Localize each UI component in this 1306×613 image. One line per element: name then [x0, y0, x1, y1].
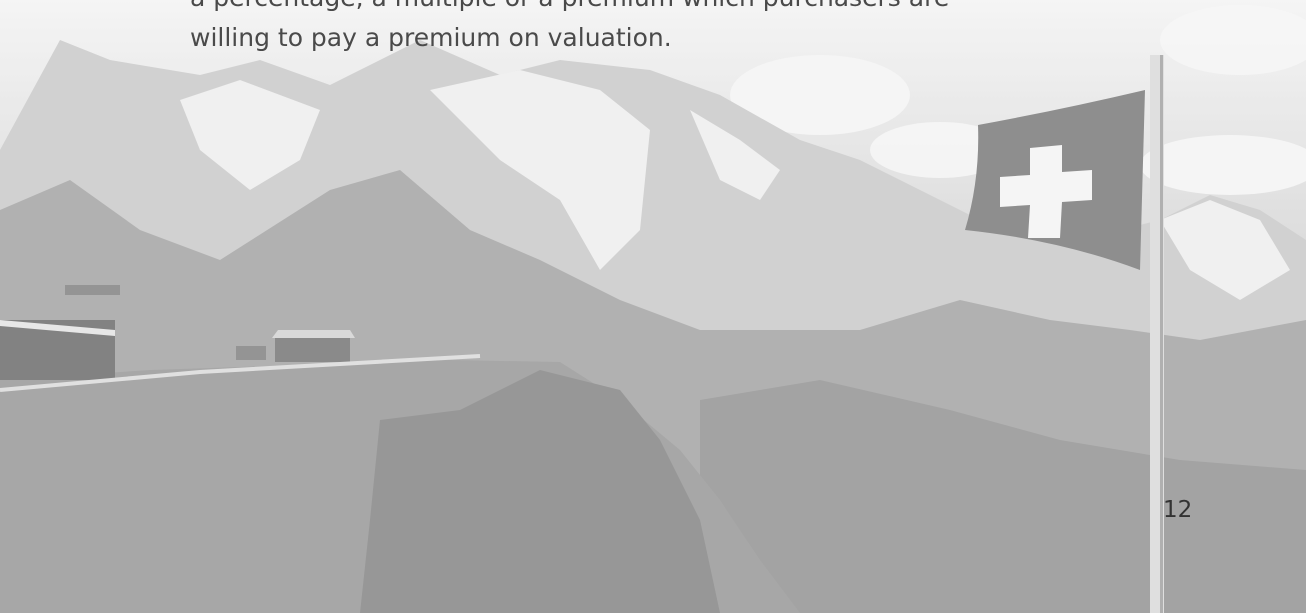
- page-number: 12: [1163, 497, 1193, 523]
- body-line-1: a percentage, a multiple or a premium wh…: [190, 0, 1090, 18]
- background-photo-mountains: [0, 0, 1306, 613]
- document-page: a percentage, a multiple or a premium wh…: [0, 0, 1306, 613]
- body-paragraph: a percentage, a multiple or a premium wh…: [190, 0, 1090, 58]
- body-line-2: willing to pay a premium on valuation.: [190, 23, 672, 52]
